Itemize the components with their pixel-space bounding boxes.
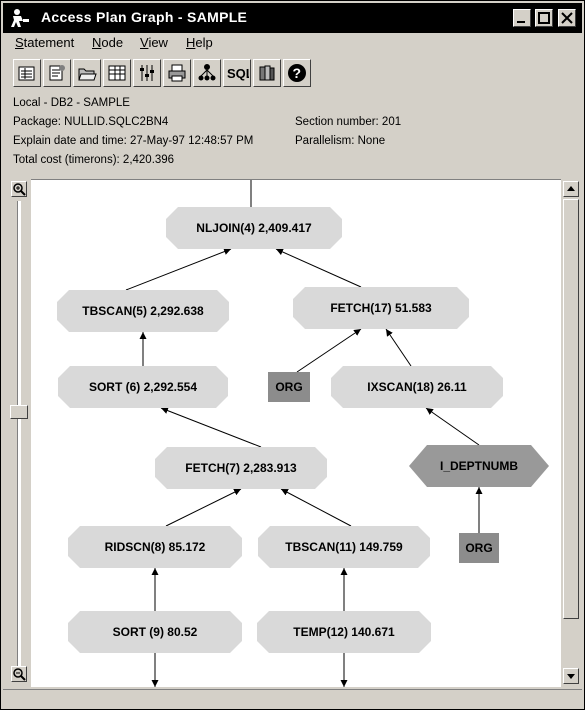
graph-edge — [280, 488, 352, 527]
scroll-down-button[interactable] — [563, 668, 579, 684]
graph-edge — [425, 407, 480, 446]
app-icon[interactable] — [9, 7, 31, 29]
graph-edge — [275, 248, 362, 288]
table-button[interactable] — [103, 59, 131, 87]
plan-node-label: FETCH(7) 2,283.913 — [185, 461, 297, 475]
section-number-label: Section number: 201 — [295, 116, 402, 128]
arrow-up-icon — [567, 186, 575, 191]
graph-edge — [385, 328, 412, 367]
status-bar — [3, 689, 582, 708]
zoom-track[interactable] — [17, 201, 21, 667]
maximize-button[interactable] — [535, 9, 553, 27]
plan-node-fetch7[interactable]: FETCH(7) 2,283.913 — [155, 447, 327, 489]
access-plan-canvas[interactable]: NLJOIN(4) 2,409.417 TBSCAN(5) 2,292.638 FE… — [31, 179, 561, 687]
menu-node[interactable]: Node — [92, 35, 123, 50]
open-button[interactable] — [73, 59, 101, 87]
table-icon — [108, 65, 126, 81]
tree-button[interactable] — [193, 59, 221, 87]
statistics-icon — [18, 66, 35, 81]
plan-node-label: RIDSCN(8) 85.172 — [105, 540, 206, 554]
plan-node-label: IXSCAN(18) 26.11 — [367, 380, 467, 394]
plan-node-label: I_DEPTNUMB — [440, 459, 518, 473]
graph-edge — [296, 328, 362, 373]
print-icon — [168, 64, 186, 82]
books-icon — [259, 65, 275, 81]
access-plan-graph-window: Access Plan Graph - SAMPLE Statement Nod… — [0, 0, 585, 710]
books-button[interactable] — [253, 59, 281, 87]
statistics-button[interactable] — [13, 59, 41, 87]
svg-text:SQL: SQL — [227, 66, 249, 81]
plan-node-nljoin[interactable]: NLJOIN(4) 2,409.417 — [166, 207, 342, 249]
plan-node-label: TBSCAN(11) 149.759 — [285, 540, 403, 554]
details-button[interactable] — [43, 59, 71, 87]
zoom-slider-panel — [9, 179, 29, 686]
open-icon — [78, 68, 97, 81]
explain-date-label: Explain date and time: 27-May-97 12:48:5… — [13, 135, 254, 147]
scroll-up-button[interactable] — [563, 181, 579, 197]
scrollbar-thumb[interactable] — [563, 199, 579, 619]
graph-edge — [160, 407, 262, 448]
plan-node-label: TEMP(12) 140.671 — [293, 625, 395, 639]
plan-node-label: SORT (9) 80.52 — [113, 625, 198, 639]
minimize-icon — [517, 21, 525, 23]
arrow-down-icon — [567, 674, 575, 679]
plan-node-org2[interactable]: ORG — [459, 533, 499, 563]
location-label: Local - DB2 - SAMPLE — [13, 97, 130, 109]
plan-node-ideptnumb[interactable]: I_DEPTNUMB — [409, 445, 549, 487]
minimize-button[interactable] — [513, 9, 531, 27]
graph-edge — [125, 248, 232, 291]
sql-icon: SQL — [227, 66, 249, 81]
plan-node-tbscan5[interactable]: TBSCAN(5) 2,292.638 — [57, 290, 229, 332]
menu-bar: Statement Node View Help — [3, 34, 582, 54]
plan-node-temp12[interactable]: TEMP(12) 140.671 — [257, 611, 431, 653]
zoom-out-button[interactable] — [11, 666, 27, 682]
menu-statement[interactable]: Statement — [15, 35, 74, 50]
zoom-in-button[interactable] — [11, 181, 27, 197]
maximize-icon — [538, 12, 550, 24]
help-button[interactable]: ? — [283, 59, 311, 87]
parallelism-label: Parallelism: None — [295, 135, 386, 147]
tree-icon — [198, 64, 216, 81]
menu-help[interactable]: Help — [186, 35, 213, 50]
access-plan-graph: NLJOIN(4) 2,409.417 TBSCAN(5) 2,292.638 FE… — [57, 180, 549, 687]
title-bar: Access Plan Graph - SAMPLE — [3, 3, 582, 33]
window-title: Access Plan Graph - SAMPLE — [41, 9, 248, 25]
close-icon — [561, 12, 573, 24]
zoom-in-icon — [13, 183, 26, 196]
sql-button[interactable]: SQL — [223, 59, 251, 87]
graph-area: NLJOIN(4) 2,409.417 TBSCAN(5) 2,292.638 FE… — [9, 179, 581, 687]
plan-node-ridscn8[interactable]: RIDSCN(8) 85.172 — [68, 526, 242, 568]
settings-icon — [140, 65, 154, 81]
plan-node-label: ORG — [465, 541, 492, 555]
zoom-slider-thumb[interactable] — [10, 405, 28, 419]
zoom-out-icon — [13, 668, 26, 681]
plan-node-label: FETCH(17) 51.583 — [330, 301, 432, 315]
svg-text:?: ? — [293, 65, 302, 81]
vertical-scrollbar[interactable] — [561, 179, 581, 686]
plan-node-label: SORT (6) 2,292.554 — [89, 380, 197, 394]
settings-button[interactable] — [133, 59, 161, 87]
plan-node-sort9[interactable]: SORT (9) 80.52 — [68, 611, 242, 653]
graph-edge — [165, 488, 242, 527]
plan-node-fetch17[interactable]: FETCH(17) 51.583 — [293, 287, 469, 329]
plan-node-ixscan18[interactable]: IXSCAN(18) 26.11 — [331, 366, 503, 408]
close-button[interactable] — [558, 9, 576, 27]
package-label: Package: NULLID.SQLC2BN4 — [13, 116, 169, 128]
help-icon: ? — [288, 64, 306, 82]
plan-node-org1[interactable]: ORG — [268, 372, 310, 402]
details-icon — [49, 65, 65, 81]
menu-view[interactable]: View — [140, 35, 168, 50]
print-button[interactable] — [163, 59, 191, 87]
plan-node-label: ORG — [275, 380, 302, 394]
plan-node-tbscan11[interactable]: TBSCAN(11) 149.759 — [258, 526, 430, 568]
plan-node-sort6[interactable]: SORT (6) 2,292.554 — [58, 366, 228, 408]
plan-node-label: TBSCAN(5) 2,292.638 — [82, 304, 204, 318]
total-cost-label: Total cost (timerons): 2,420.396 — [13, 154, 175, 166]
plan-node-label: NLJOIN(4) 2,409.417 — [196, 221, 312, 235]
